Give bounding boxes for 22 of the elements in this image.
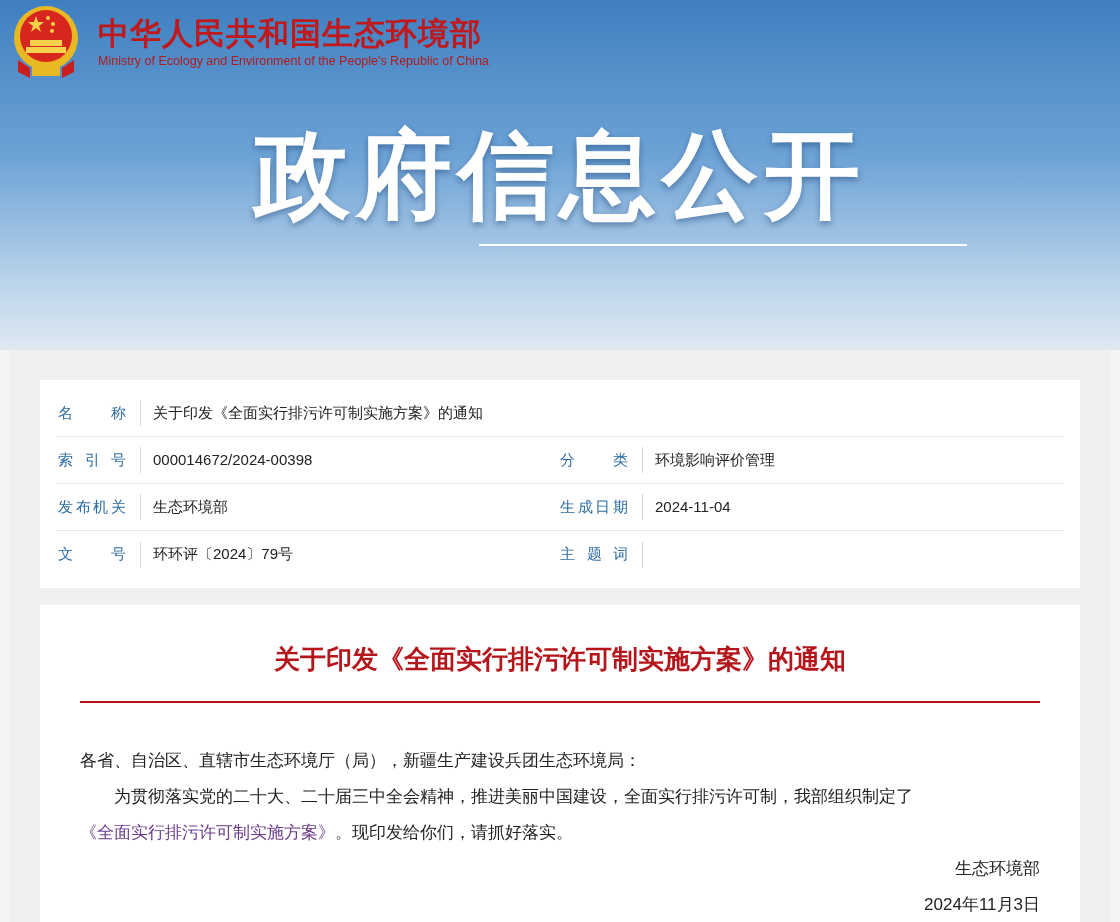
field-label: 主题词 [560,544,628,565]
field-value: 2024-11-04 [655,496,731,517]
field-label: 名称 [58,402,126,423]
field-label: 发布机关 [58,496,126,517]
article-title: 关于印发《全面实行排污许可制实施方案》的通知 [273,643,847,676]
site-name-english: Ministry of Ecology and Environment of the People's Republic of China [98,53,489,69]
field-label: 文号 [58,544,126,565]
banner-title: 政府信息公开 [254,120,866,230]
field-value: 环境影响评价管理 [655,449,775,470]
field-label: 生成日期 [560,496,628,517]
field-value: 生态环境部 [153,496,228,517]
salutation: 各省、自治区、直辖市生态环境厅（局），新疆生产建设兵团生态环境局： [80,750,642,772]
signature: 生态环境部 [954,858,1040,880]
field-label: 分类 [560,449,628,470]
document-link[interactable]: 《全面实行排污许可制实施方案》 [80,823,335,842]
issue-date: 2024年11月3日 [923,894,1040,916]
field-value: 000014672/2024-00398 [153,449,313,470]
body-paragraph: 为贯彻落实党的二十大、二十届三中全会精神，推进美丽中国建设，全面实行排污许可制，我部组织制定了 《全面实行排污许可制实施方案》。现印发给你们，请抓好落实。 [80,786,914,844]
field-value: 环环评〔2024〕79号 [153,544,294,565]
site-name: 中华人民共和国生态环境部 [98,15,483,53]
field-value: 关于印发《全面实行排污许可制实施方案》的通知 [153,402,483,423]
field-label: 索引号 [58,449,126,470]
